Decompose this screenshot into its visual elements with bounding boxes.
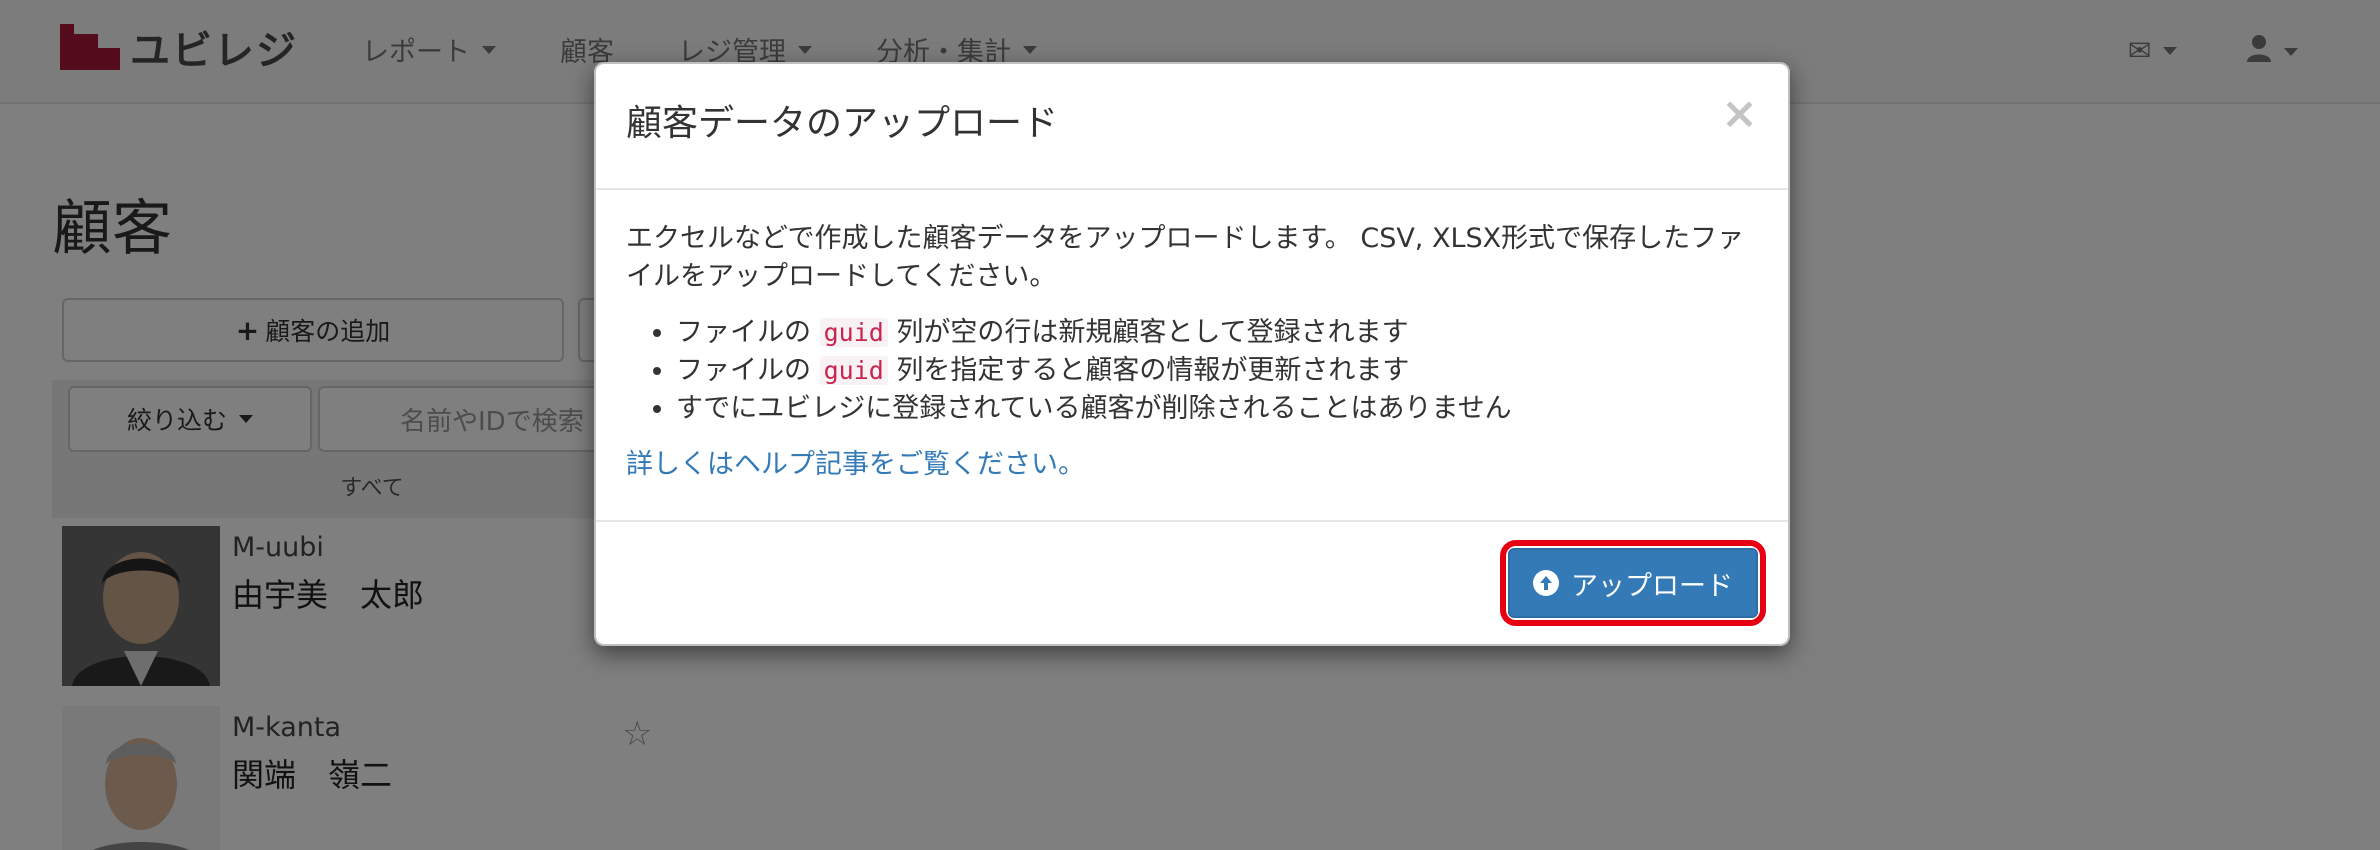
modal-footer-divider — [596, 520, 1788, 522]
modal-title: 顧客データのアップロード — [626, 103, 1059, 144]
modal-header: 顧客データのアップロード × — [596, 64, 1788, 190]
close-icon[interactable]: × — [1721, 92, 1758, 136]
list-item: すでにユビレジに登録されている顧客が削除されることはありません — [676, 390, 1766, 428]
upload-button[interactable]: アップロード — [1508, 548, 1758, 618]
list-item: ファイルの guid 列が空の行は新規顧客として登録されます — [676, 314, 1766, 352]
guid-code: guid — [819, 356, 888, 385]
upload-arrow-icon — [1533, 570, 1559, 596]
modal-description: エクセルなどで作成した顧客データをアップロードします。 CSV, XLSX形式で… — [626, 223, 1745, 292]
upload-customer-data-dialog: 顧客データのアップロード × エクセルなどで作成した顧客データをアップロードしま… — [594, 62, 1790, 646]
guid-code: guid — [819, 318, 888, 347]
help-article-link[interactable]: 詳しくはヘルプ記事をご覧ください。 — [626, 446, 1085, 484]
notes-list: ファイルの guid 列が空の行は新規顧客として登録されます ファイルの gui… — [626, 314, 1766, 428]
list-item: ファイルの guid 列を指定すると顧客の情報が更新されます — [676, 352, 1766, 390]
modal-body: エクセルなどで作成した顧客データをアップロードします。 CSV, XLSX形式で… — [626, 220, 1766, 484]
